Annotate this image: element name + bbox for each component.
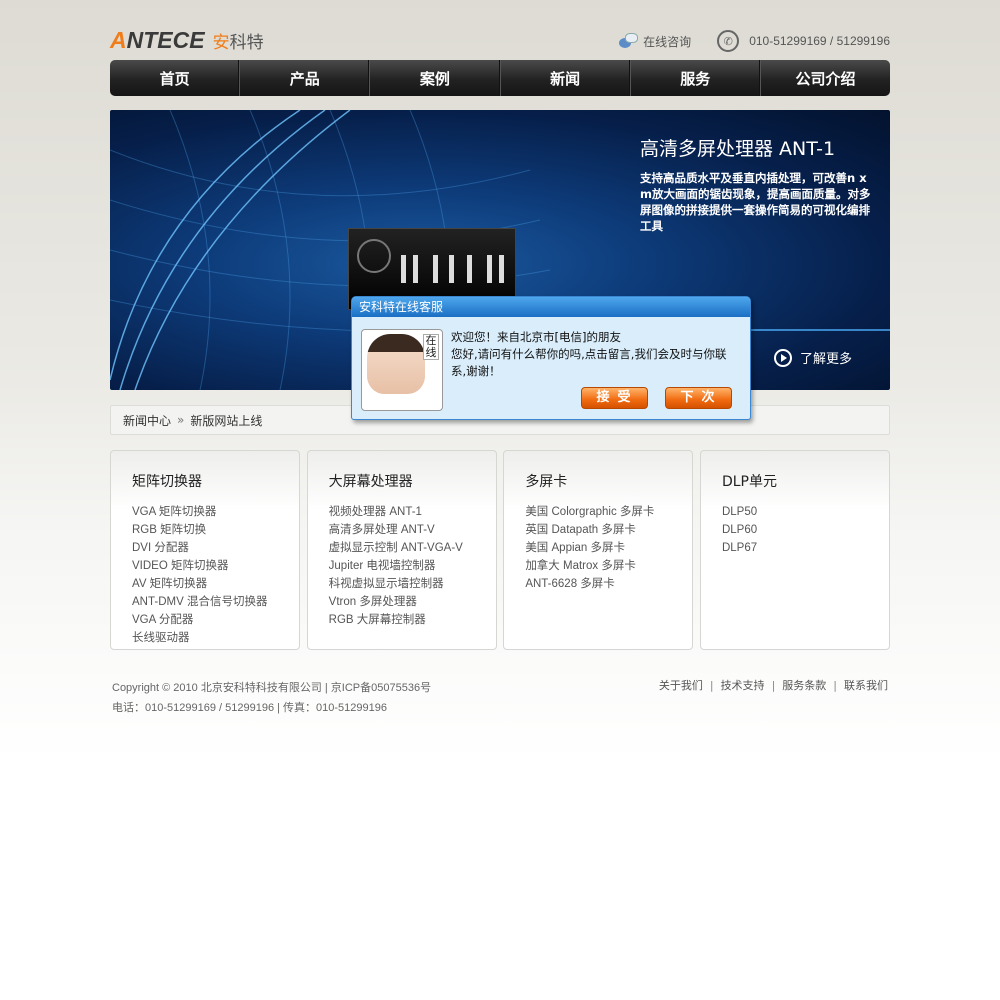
banner-description: 支持高品质水平及垂直内插处理，可改善n x m放大画面的锯齿现象，提高画面质量。… [640,171,871,233]
category-link[interactable]: AV 矩阵切换器 [132,575,299,593]
online-status-label: 在线 [423,334,439,360]
category-link[interactable]: ANT-DMV 混合信号切换器 [132,593,299,611]
news-headline-link[interactable]: 新版网站上线 [190,412,262,429]
category-large-screen-processor: 大屏幕处理器 视频处理器 ANT-1 高清多屏处理 ANT-V 虚拟显示控制 A… [306,450,497,650]
category-link[interactable]: 长线驱动器 [132,629,299,647]
footer-link-terms[interactable]: 服务条款 [782,679,826,692]
category-link[interactable]: DVI 分配器 [132,539,299,557]
logo-chinese: 安科特 [212,32,264,53]
logo-english: ANTECE [110,26,205,53]
footer-info: Copyright © 2010 北京安科特科技有限公司 | 京ICP备0507… [112,678,431,718]
category-link[interactable]: VGA 分配器 [132,611,299,629]
phone-number: 010-51299169 / 51299196 [749,34,890,48]
category-title[interactable]: DLP单元 [722,471,889,491]
category-title[interactable]: 矩阵切换器 [132,471,299,491]
chat-greeting: 欢迎您！来自北京市[电信]的朋友 [451,330,621,344]
category-link[interactable]: VGA 矩阵切换器 [132,503,299,521]
footer-links: 关于我们 | 技术支持 | 服务条款 | 联系我们 [659,678,888,694]
category-title[interactable]: 多屏卡 [525,471,692,491]
nav-home[interactable]: 首页 [110,60,241,96]
chat-popup-title[interactable]: 安科特在线客服 [352,297,750,317]
category-link[interactable]: 英国 Datapath 多屏卡 [525,521,692,539]
category-link[interactable]: DLP60 [722,521,889,539]
phone-icon: ✆ [717,30,740,52]
chat-body: 您好,请问有什么帮你的吗,点击留言,我们会及时与你联系,谢谢！ [451,347,727,378]
category-link[interactable]: 加拿大 Matrox 多屏卡 [525,557,692,575]
footer-separator: | [833,679,837,692]
category-matrix-switcher: 矩阵切换器 VGA 矩阵切换器 RGB 矩阵切换 DVI 分配器 VIDEO 矩… [110,450,300,650]
category-link[interactable]: RGB 大屏幕控制器 [329,611,496,629]
device-fan [357,239,391,273]
category-link[interactable]: 高清多屏处理 ANT-V [329,521,496,539]
category-link[interactable]: DLP50 [722,503,889,521]
nav-service[interactable]: 服务 [631,60,761,96]
category-link[interactable]: Vtron 多屏处理器 [329,593,496,611]
footer-link-contact[interactable]: 联系我们 [844,679,888,692]
category-link[interactable]: ANT-6628 多屏卡 [525,575,692,593]
footer-link-support[interactable]: 技术支持 [721,679,765,692]
play-circle-icon [774,348,792,367]
agent-avatar: 在线 [361,329,443,411]
product-categories: 矩阵切换器 VGA 矩阵切换器 RGB 矩阵切换 DVI 分配器 VIDEO 矩… [110,450,890,650]
category-dlp-unit: DLP单元 DLP50 DLP60 DLP67 [699,450,890,650]
footer-separator: | [771,679,776,692]
footer-separator: | [709,679,714,692]
category-link[interactable]: 美国 Appian 多屏卡 [525,539,692,557]
main-nav: 首页 产品 案例 新闻 服务 公司介绍 [110,60,890,96]
category-link[interactable]: VIDEO 矩阵切换器 [132,557,299,575]
category-link[interactable]: 科视虚拟显示墙控制器 [329,575,496,593]
online-consult-link[interactable]: 在线咨询 [643,33,691,50]
accept-button[interactable]: 接受 [581,387,648,409]
copyright-text: Copyright © 2010 北京安科特科技有限公司 | 京ICP备0507… [112,682,432,694]
banner-title: 高清多屏处理器 ANT-1 [640,138,836,160]
news-center-link[interactable]: 新闻中心 [123,412,171,429]
top-contact-bar: 在线咨询 ✆ 010-51299169 / 51299196 [619,30,890,52]
agent-photo [367,334,425,394]
category-title[interactable]: 大屏幕处理器 [329,471,496,491]
category-link[interactable]: RGB 矩阵切换 [132,521,299,539]
category-link[interactable]: 虚拟显示控制 ANT-VGA-V [329,539,496,557]
nav-cases[interactable]: 案例 [370,60,501,96]
chat-message: 欢迎您！来自北京市[电信]的朋友 您好,请问有什么帮你的吗,点击留言,我们会及时… [451,329,741,380]
online-service-popup: 安科特在线客服 在线 欢迎您！来自北京市[电信]的朋友 您好,请问有什么帮你的吗… [351,296,751,420]
double-chevron-icon: » [177,413,185,427]
chat-bubbles-icon [619,32,639,50]
nav-products[interactable]: 产品 [240,60,371,96]
nav-about[interactable]: 公司介绍 [761,60,890,96]
category-link[interactable]: 视频处理器 ANT-1 [329,503,496,521]
later-button[interactable]: 下次 [665,387,732,409]
contact-text: 电话：010-51299169 / 51299196 | 传真：010-5129… [112,702,387,714]
category-link[interactable]: 美国 Colorgraphic 多屏卡 [525,503,692,521]
learn-more-link[interactable]: 了解更多 [774,348,852,367]
category-link[interactable]: Jupiter 电视墙控制器 [329,557,496,575]
learn-more-label: 了解更多 [800,352,853,367]
category-link[interactable]: DLP67 [722,539,889,557]
category-multi-screen-card: 多屏卡 美国 Colorgraphic 多屏卡 英国 Datapath 多屏卡 … [503,450,694,650]
site-logo[interactable]: ANTECE 安科特 [110,26,264,53]
nav-news[interactable]: 新闻 [501,60,631,96]
footer-link-about[interactable]: 关于我们 [659,679,703,692]
